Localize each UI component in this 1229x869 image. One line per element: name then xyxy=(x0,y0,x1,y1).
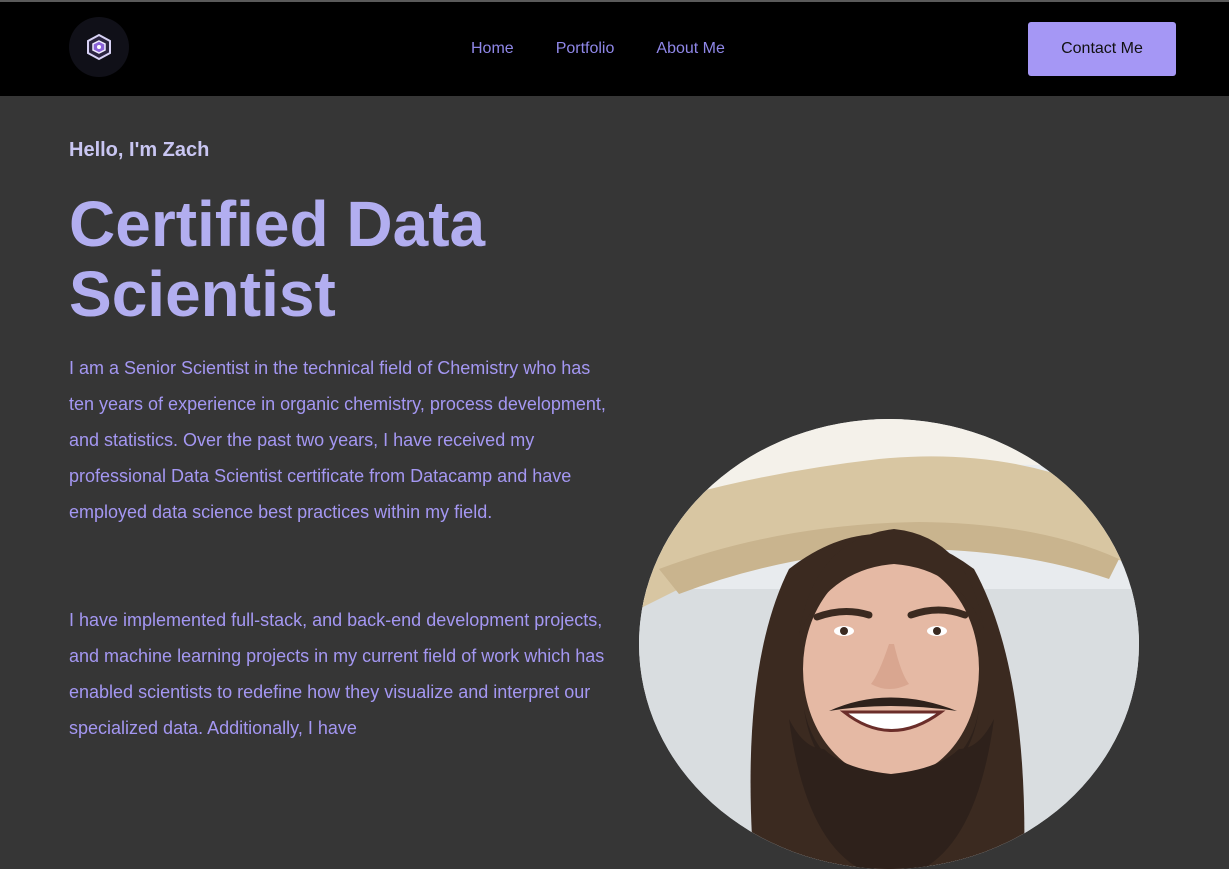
logo[interactable] xyxy=(69,17,129,77)
greeting: Hello, I'm Zach xyxy=(69,139,210,161)
nav-link-portfolio[interactable]: Portfolio xyxy=(556,40,615,58)
contact-button[interactable]: Contact Me xyxy=(1028,22,1176,76)
intro-paragraph: I am a Senior Scientist in the technical… xyxy=(69,358,606,522)
cube-network-icon xyxy=(87,33,111,61)
profile-photo xyxy=(639,419,1139,869)
page-title: Certified Data Scientist xyxy=(69,188,486,330)
experience-paragraph: I have implemented full-stack, and back-… xyxy=(69,610,605,738)
nav-links: Home Portfolio About Me xyxy=(471,40,767,58)
nav-link-about-me[interactable]: About Me xyxy=(656,40,724,58)
nav-link-home[interactable]: Home xyxy=(471,40,514,58)
navbar: Home Portfolio About Me Contact Me xyxy=(0,2,1229,96)
